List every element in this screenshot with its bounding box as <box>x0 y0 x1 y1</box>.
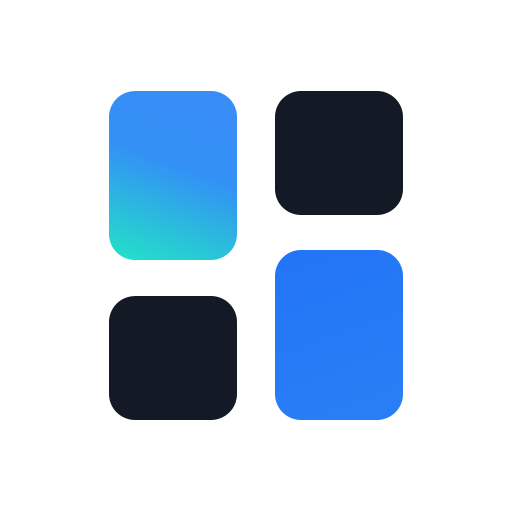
blue-tall-tile <box>275 250 403 420</box>
app-grid-logo-icon <box>0 0 512 512</box>
dark-square-tile-top <box>275 91 403 215</box>
dark-square-tile-bottom <box>109 296 237 420</box>
gradient-tall-tile <box>109 91 237 260</box>
